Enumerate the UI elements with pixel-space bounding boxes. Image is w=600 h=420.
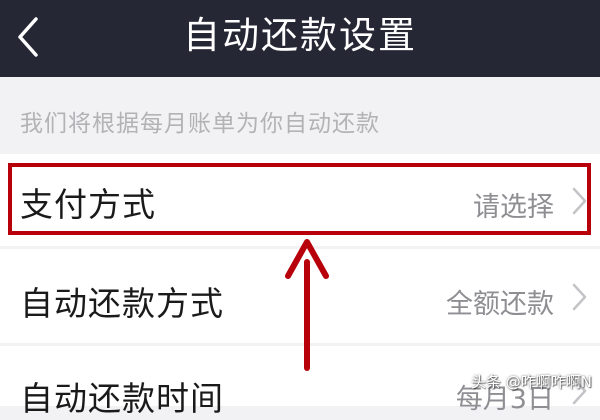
intro-text: 我们将根据每月账单为你自动还款 bbox=[20, 111, 380, 137]
annotation-arrow-icon bbox=[285, 239, 329, 371]
page-title: 自动还款设置 bbox=[183, 14, 417, 57]
row-value: 全额还款 bbox=[446, 289, 554, 320]
row-label: 自动还款时间 bbox=[20, 379, 224, 418]
navigation-bar: 自动还款设置 bbox=[0, 0, 600, 77]
row-label: 自动还款方式 bbox=[20, 284, 224, 323]
watermark: 头条 @咋啊咋啊N bbox=[471, 373, 592, 391]
highlight-annotation-box bbox=[8, 163, 591, 235]
chevron-right-icon bbox=[572, 283, 587, 311]
